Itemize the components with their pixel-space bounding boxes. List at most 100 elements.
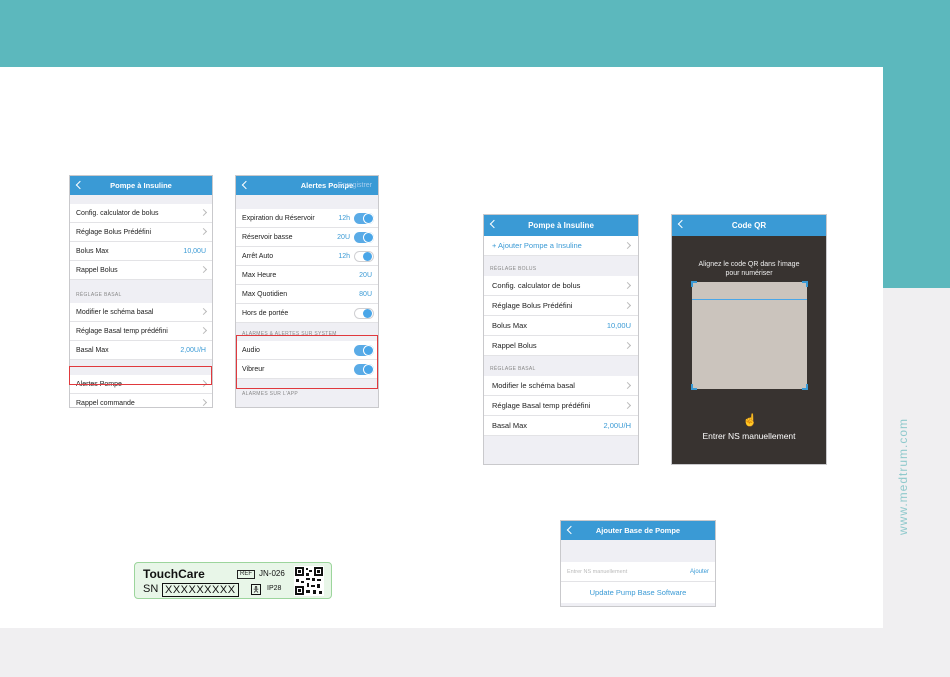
chevron-right-icon bbox=[623, 281, 632, 290]
sn-input-row[interactable]: Entrer NS manuellement Ajouter bbox=[561, 562, 715, 582]
side-accent-grey bbox=[883, 288, 950, 677]
brand-name: TouchCare bbox=[143, 567, 205, 581]
row-label: Réglage Bolus Prédéfini bbox=[76, 228, 152, 236]
chevron-right-icon bbox=[623, 381, 632, 390]
settings-row[interactable]: Bolus Max 10,00U bbox=[70, 242, 212, 261]
qr-scan-frame bbox=[691, 281, 808, 390]
phone-qr-scanner: Code QR Alignez le code QR dans l'image … bbox=[671, 214, 827, 465]
chevron-right-icon bbox=[623, 301, 632, 310]
section-header: RÉGLAGE BASAL bbox=[70, 280, 212, 303]
row-label: Expiration du Réservoir bbox=[242, 214, 315, 222]
row-label: Max Heure bbox=[242, 271, 277, 279]
row-label: Rappel commande bbox=[76, 399, 135, 407]
chevron-right-icon bbox=[199, 265, 208, 274]
section-header: RÉGLAGE BOLUS bbox=[484, 256, 638, 276]
sn-label: SN bbox=[143, 583, 159, 595]
phone-add-pump-base: Ajouter Base de Pompe Entrer NS manuelle… bbox=[560, 520, 716, 607]
toggle-switch[interactable] bbox=[354, 213, 374, 224]
settings-row[interactable]: Rappel Bolus bbox=[70, 261, 212, 280]
row-label: Réglage Basal temp prédéfini bbox=[76, 327, 168, 335]
settings-row[interactable]: Config. calculator de bolus bbox=[70, 204, 212, 223]
row-label: Basal Max bbox=[76, 346, 109, 354]
qr-instruction: pour numériser bbox=[725, 270, 773, 277]
row-label: Hors de portée bbox=[242, 309, 289, 317]
back-chevron-icon[interactable] bbox=[240, 179, 250, 191]
alert-row[interactable]: Vibreur bbox=[236, 360, 378, 379]
toggle-switch[interactable] bbox=[354, 364, 374, 375]
phone-pump-insulin: Pompe à Insuline + Ajouter Pompe a Insul… bbox=[483, 214, 639, 465]
nav-bar: Code QR bbox=[672, 215, 826, 236]
settings-row[interactable]: Basal Max 2,00U/H bbox=[484, 416, 638, 436]
nav-bar: Pompe à Insuline bbox=[70, 176, 212, 195]
row-value: 2,00U/H bbox=[603, 421, 631, 430]
person-symbol-icon: 🯅 bbox=[251, 584, 261, 595]
settings-row[interactable]: Modifier le schéma basal bbox=[484, 376, 638, 396]
qr-instruction: Alignez le code QR dans l'image bbox=[698, 261, 800, 268]
row-label: Bolus Max bbox=[492, 321, 528, 330]
ip-rating: IP28 bbox=[267, 585, 282, 592]
chevron-right-icon bbox=[623, 401, 632, 410]
add-pump-button[interactable]: + Ajouter Pompe a Insuline bbox=[484, 236, 638, 256]
website-url: www.medtrum.com bbox=[896, 417, 910, 535]
toggle-switch[interactable] bbox=[354, 308, 374, 319]
row-label: Audio bbox=[242, 346, 260, 354]
settings-row[interactable]: Config. calculator de bolus bbox=[484, 276, 638, 296]
update-software-button[interactable]: Update Pump Base Software bbox=[561, 582, 715, 603]
enter-sn-manually-button[interactable]: Entrer NS manuellement bbox=[672, 431, 826, 441]
chevron-right-icon bbox=[199, 307, 208, 316]
toggle-switch[interactable] bbox=[354, 345, 374, 356]
settings-row-alertes-pompe[interactable]: Alertes Pompe bbox=[70, 375, 212, 394]
settings-row[interactable]: Réglage Basal temp prédéfini bbox=[70, 322, 212, 341]
chevron-right-icon bbox=[623, 241, 632, 250]
settings-row[interactable]: Rappel Bolus bbox=[484, 336, 638, 356]
ref-value: JN-026 bbox=[259, 569, 285, 578]
back-chevron-icon[interactable] bbox=[565, 524, 575, 536]
settings-row[interactable]: Réglage Basal temp prédéfini bbox=[484, 396, 638, 416]
chevron-right-icon bbox=[199, 398, 208, 407]
row-label: Config. calculator de bolus bbox=[492, 281, 581, 290]
back-chevron-icon[interactable] bbox=[488, 218, 498, 230]
toggle-switch[interactable] bbox=[354, 251, 374, 262]
row-label: Basal Max bbox=[492, 421, 528, 430]
header-band bbox=[0, 0, 950, 67]
nav-title: Ajouter Base de Pompe bbox=[595, 526, 681, 535]
settings-row[interactable]: Modifier le schéma basal bbox=[70, 303, 212, 322]
row-label: Bolus Max bbox=[76, 247, 109, 255]
alert-row[interactable]: Max Quotidien 80U bbox=[236, 285, 378, 304]
nav-title: Pompe à Insuline bbox=[110, 181, 172, 190]
chevron-right-icon bbox=[199, 208, 208, 217]
row-label: Modifier le schéma basal bbox=[76, 308, 154, 316]
scan-line bbox=[692, 299, 807, 300]
row-label: Alertes Pompe bbox=[76, 380, 122, 388]
row-value: 10,00U bbox=[606, 321, 631, 330]
row-value: 20U bbox=[359, 271, 372, 279]
settings-row[interactable]: Bolus Max 10,00U bbox=[484, 316, 638, 336]
sn-input[interactable]: Entrer NS manuellement bbox=[567, 569, 627, 575]
footer-band bbox=[0, 628, 883, 677]
back-chevron-icon[interactable] bbox=[74, 179, 84, 191]
nav-title: Pompe à Insuline bbox=[528, 221, 594, 230]
nav-bar: Ajouter Base de Pompe bbox=[561, 521, 715, 540]
section-header: ALARMES SUR L'APP bbox=[236, 379, 378, 401]
row-label: Modifier le schéma basal bbox=[492, 381, 575, 390]
settings-row[interactable]: Rappel commande bbox=[70, 394, 212, 407]
alert-row[interactable]: Audio bbox=[236, 341, 378, 360]
settings-row[interactable]: Basal Max 2,00U/H bbox=[70, 341, 212, 360]
row-label: Rappel Bolus bbox=[492, 341, 537, 350]
row-label: Arrêt Auto bbox=[242, 252, 274, 260]
row-value: 10,00U bbox=[183, 247, 206, 255]
add-button[interactable]: Ajouter bbox=[690, 569, 709, 575]
alert-row[interactable]: Arrêt Auto 12h bbox=[236, 247, 378, 266]
alert-row[interactable]: Réservoir basse 20U bbox=[236, 228, 378, 247]
alert-row[interactable]: Max Heure 20U bbox=[236, 266, 378, 285]
settings-row[interactable]: Réglage Bolus Prédéfini bbox=[70, 223, 212, 242]
alert-row[interactable]: Hors de portée bbox=[236, 304, 378, 323]
row-value: 2,00U/H bbox=[180, 346, 206, 354]
back-chevron-icon[interactable] bbox=[676, 218, 686, 230]
save-button[interactable]: Enregistrer bbox=[338, 182, 372, 189]
toggle-switch[interactable] bbox=[354, 232, 374, 243]
row-value: 12h bbox=[338, 252, 350, 260]
alert-row[interactable]: Expiration du Réservoir 12h bbox=[236, 209, 378, 228]
settings-row[interactable]: Réglage Bolus Prédéfini bbox=[484, 296, 638, 316]
side-accent-teal bbox=[883, 67, 950, 288]
